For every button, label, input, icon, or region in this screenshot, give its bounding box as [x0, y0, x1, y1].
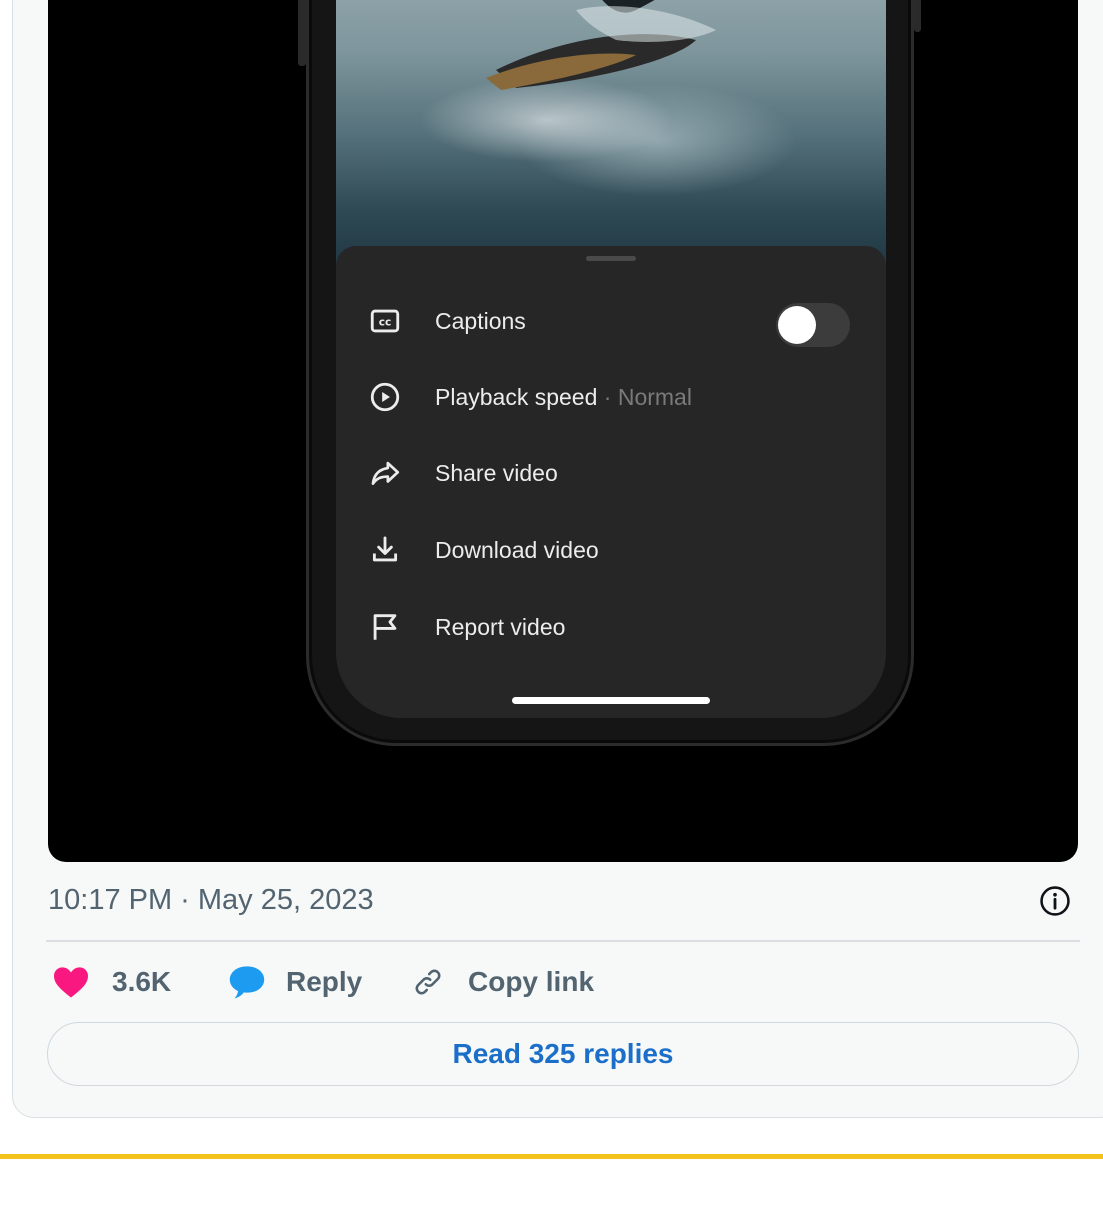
menu-item-label-group: Playback speed · Normal: [435, 384, 692, 411]
read-replies-button[interactable]: Read 325 replies: [47, 1022, 1079, 1086]
read-replies-label: Read 325 replies: [452, 1038, 674, 1069]
reply-button[interactable]: Reply: [228, 962, 362, 1002]
flag-icon: [373, 614, 397, 640]
menu-item-share-video[interactable]: Share video: [336, 442, 886, 502]
captions-toggle[interactable]: [776, 303, 850, 347]
sheet-grabber[interactable]: [586, 256, 636, 261]
video-player[interactable]: cc Captions Playback speed · Normal Shar…: [48, 0, 1078, 862]
phone-side-button: [298, 0, 306, 66]
menu-item-download-video[interactable]: Download video: [336, 519, 886, 579]
menu-item-label: Report video: [435, 614, 566, 640]
captions-icon: cc: [370, 309, 400, 333]
download-icon: [372, 536, 398, 562]
phone-mockup: cc Captions Playback speed · Normal Shar…: [306, 0, 914, 746]
reply-label: Reply: [286, 966, 363, 997]
svg-text:cc: cc: [379, 316, 392, 329]
phone-side-button: [914, 0, 921, 32]
info-icon[interactable]: [1038, 884, 1072, 918]
copy-link-button[interactable]: Copy link: [410, 962, 594, 1002]
home-indicator: [512, 697, 710, 704]
phone-screen: cc Captions Playback speed · Normal Shar…: [336, 0, 886, 718]
menu-item-report-video[interactable]: Report video: [336, 596, 886, 656]
play-circle-icon: [370, 382, 400, 412]
heart-icon: [54, 967, 88, 998]
reply-bubble-icon: [229, 966, 265, 999]
playback-speed-value: · Normal: [603, 384, 692, 410]
surfer-photo: [336, 0, 886, 270]
tweet-timestamp[interactable]: 10:17 PM · May 25, 2023: [48, 884, 374, 917]
video-options-sheet: cc Captions Playback speed · Normal Shar…: [336, 246, 886, 718]
copy-link-label: Copy link: [468, 966, 595, 997]
accent-rule: [0, 1154, 1103, 1159]
menu-item-label: Playback speed: [435, 384, 598, 410]
toggle-knob: [778, 306, 816, 344]
link-icon: [415, 969, 441, 995]
menu-item-label: Share video: [435, 460, 558, 486]
menu-item-label: Captions: [435, 308, 526, 334]
menu-item-label: Download video: [435, 537, 599, 563]
like-count: 3.6K: [112, 966, 172, 997]
share-icon: [371, 461, 400, 485]
menu-item-playback-speed[interactable]: Playback speed · Normal: [336, 366, 886, 426]
like-button[interactable]: 3.6K: [52, 962, 171, 1002]
divider: [46, 940, 1080, 942]
menu-item-captions[interactable]: cc Captions: [336, 290, 886, 350]
